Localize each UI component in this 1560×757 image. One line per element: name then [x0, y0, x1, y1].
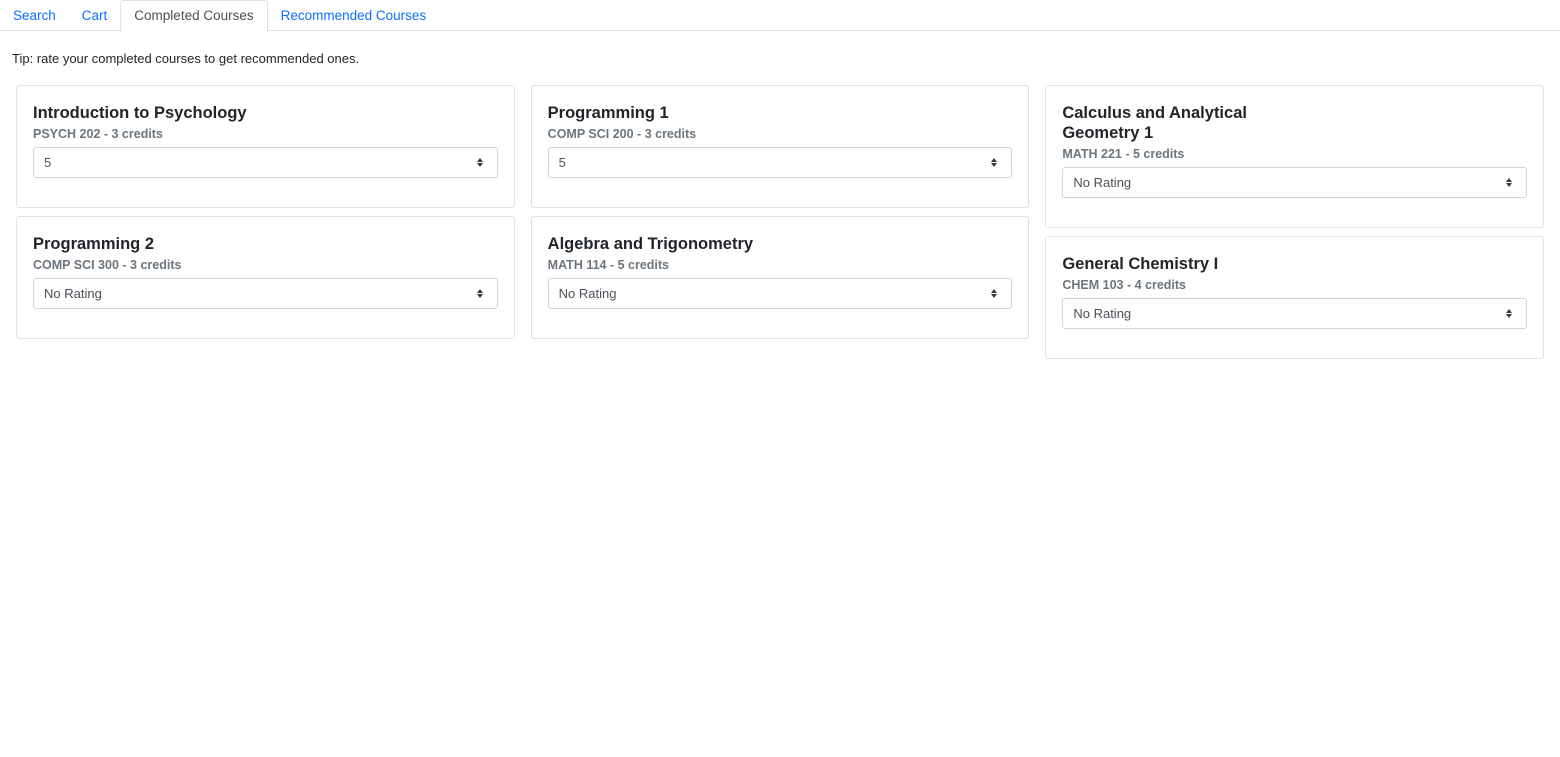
course-card: Programming 1 COMP SCI 200 - 3 credits 5 [530, 85, 1030, 208]
course-column: Programming 1 COMP SCI 200 - 3 credits 5… [530, 85, 1030, 359]
course-grid: Introduction to Psychology PSYCH 202 - 3… [0, 85, 1560, 359]
tab-completed-courses[interactable]: Completed Courses [120, 0, 268, 32]
up-down-caret-icon [991, 158, 998, 167]
rating-select[interactable]: No Rating [1062, 167, 1528, 198]
rating-select[interactable]: 5 [33, 147, 498, 178]
tab-bar: Search Cart Completed Courses Recommende… [0, 0, 1560, 32]
rating-select[interactable]: No Rating [547, 278, 1013, 309]
course-card: Introduction to Psychology PSYCH 202 - 3… [16, 85, 515, 208]
course-column: Introduction to Psychology PSYCH 202 - 3… [16, 85, 515, 359]
course-title: General Chemistry I [1062, 255, 1219, 273]
course-title: Programming 1 [547, 104, 669, 122]
rating-select[interactable]: No Rating [1062, 298, 1528, 329]
course-meta: PSYCH 202 - 3 credits [33, 127, 163, 141]
rating-select[interactable]: 5 [547, 147, 1013, 178]
up-down-caret-icon [476, 158, 483, 167]
rating-value: No Rating [558, 286, 617, 301]
course-title: Calculus and Analytical Geometry 1 [1062, 104, 1247, 142]
tab-recommended-courses[interactable]: Recommended Courses [268, 0, 440, 32]
rating-value: 5 [558, 155, 566, 170]
tab-search[interactable]: Search [0, 0, 69, 32]
rating-select[interactable]: No Rating [33, 278, 498, 309]
course-meta: CHEM 103 - 4 credits [1062, 278, 1187, 292]
up-down-caret-icon [991, 289, 998, 298]
course-meta: MATH 221 - 5 credits [1062, 147, 1185, 161]
course-title: Algebra and Trigonometry [547, 235, 754, 253]
course-card: General Chemistry I CHEM 103 - 4 credits… [1045, 236, 1545, 359]
up-down-caret-icon [1506, 309, 1513, 318]
course-meta: COMP SCI 300 - 3 credits [33, 258, 182, 272]
course-card: Algebra and Trigonometry MATH 114 - 5 cr… [530, 216, 1030, 339]
course-card: Calculus and Analytical Geometry 1 MATH … [1045, 85, 1545, 228]
tip-text: Tip: rate your completed courses to get … [12, 51, 360, 66]
rating-value: No Rating [44, 286, 102, 301]
course-column: Calculus and Analytical Geometry 1 MATH … [1045, 85, 1545, 359]
course-meta: COMP SCI 200 - 3 credits [547, 127, 697, 141]
tab-cart[interactable]: Cart [69, 0, 121, 32]
rating-value: No Rating [1073, 306, 1132, 321]
course-card: Programming 2 COMP SCI 300 - 3 credits N… [16, 216, 515, 339]
up-down-caret-icon [1506, 178, 1513, 187]
up-down-caret-icon [476, 289, 483, 298]
rating-value: 5 [44, 155, 52, 170]
course-title: Introduction to Psychology [33, 104, 247, 122]
course-title: Programming 2 [33, 235, 155, 253]
rating-value: No Rating [1073, 175, 1132, 190]
course-meta: MATH 114 - 5 credits [547, 258, 670, 272]
